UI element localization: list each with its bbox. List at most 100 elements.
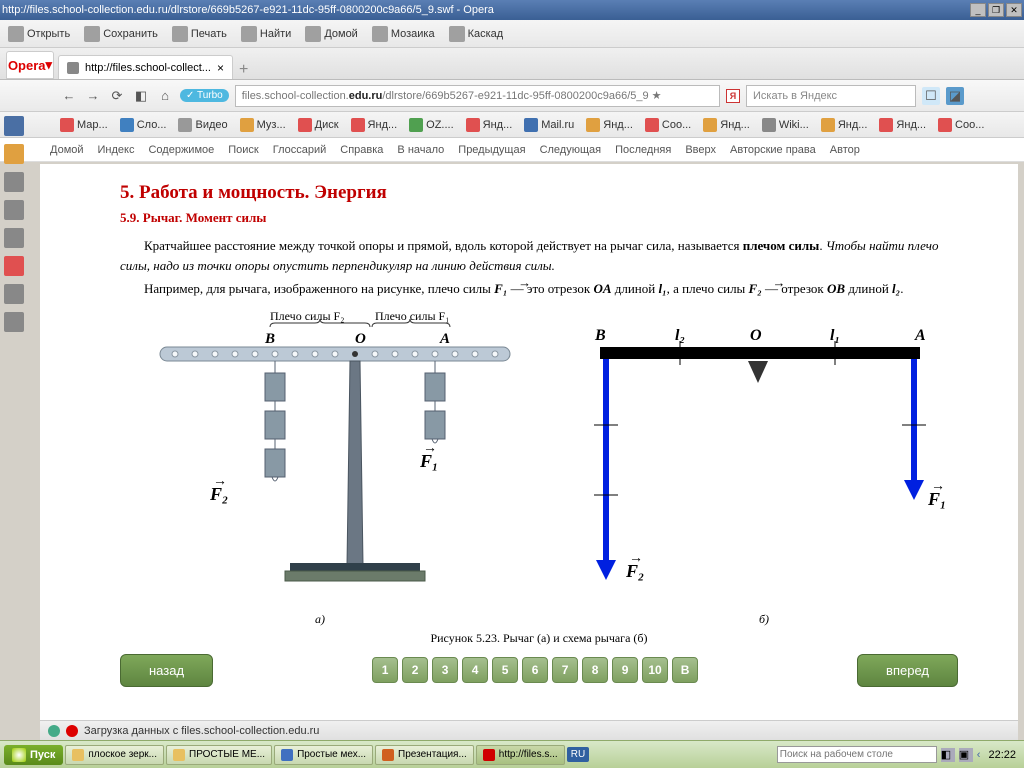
svg-text:B: B	[594, 327, 606, 344]
tray-icon-1[interactable]: ◧	[941, 748, 955, 762]
find-button[interactable]: Найти	[241, 26, 291, 42]
doc-nav-link[interactable]: Вверх	[685, 144, 716, 156]
close-tab-icon[interactable]: ×	[217, 61, 224, 75]
page-num-button[interactable]: 5	[492, 657, 518, 683]
extra-nav-icon-2[interactable]: ◪	[946, 87, 964, 105]
bookmark-item[interactable]: Янд...	[466, 118, 513, 132]
side-icon-5[interactable]	[4, 228, 24, 248]
stop-button[interactable]: ◧	[132, 87, 150, 105]
side-icon-4[interactable]	[4, 200, 24, 220]
bookmark-icon	[60, 118, 74, 132]
back-button[interactable]: ←	[60, 87, 78, 105]
bookmark-icon	[298, 118, 312, 132]
page-num-button[interactable]: 1	[372, 657, 398, 683]
taskbar-item[interactable]: Презентация...	[375, 745, 474, 765]
page-num-button[interactable]: 10	[642, 657, 668, 683]
svg-text:B: B	[264, 331, 275, 347]
bookmark-item[interactable]: OZ....	[409, 118, 454, 132]
page-num-button[interactable]: B	[672, 657, 698, 683]
bookmark-icon	[120, 118, 134, 132]
side-icon-1[interactable]	[4, 116, 24, 136]
page-num-button[interactable]: 3	[432, 657, 458, 683]
doc-nav-link[interactable]: Следующая	[540, 144, 602, 156]
close-button[interactable]: ✕	[1006, 3, 1022, 17]
browser-toolbar: Открыть Сохранить Печать Найти Домой Моз…	[0, 20, 1024, 48]
search-box[interactable]: Искать в Яндекс	[746, 85, 916, 107]
forward-button[interactable]: →	[84, 87, 102, 105]
start-button[interactable]: Пуск	[4, 745, 63, 765]
page-tab[interactable]: http://files.school-collect... ×	[58, 55, 233, 79]
taskbar-item[interactable]: http://files.s...	[476, 745, 565, 765]
taskbar-item[interactable]: плоское зерк...	[65, 745, 164, 765]
bookmark-item[interactable]: Янд...	[586, 118, 633, 132]
doc-nav-link[interactable]: Содержимое	[148, 144, 214, 156]
bookmark-item[interactable]: Муз...	[240, 118, 286, 132]
taskbar-item[interactable]: ПРОСТЫЕ МЕ...	[166, 745, 272, 765]
cascade-button[interactable]: Каскад	[449, 26, 504, 42]
doc-nav-link[interactable]: Последняя	[615, 144, 671, 156]
lang-indicator[interactable]: RU	[567, 747, 589, 762]
doc-nav-link[interactable]: Поиск	[228, 144, 258, 156]
home-button[interactable]: Домой	[305, 26, 358, 42]
page-num-button[interactable]: 4	[462, 657, 488, 683]
svg-text:→: →	[423, 441, 437, 456]
page-num-button[interactable]: 6	[522, 657, 548, 683]
doc-nav-link[interactable]: Домой	[50, 144, 84, 156]
back-page-button[interactable]: назад	[120, 654, 213, 687]
tray-expand-icon[interactable]: ‹	[977, 749, 981, 761]
page-num-button[interactable]: 2	[402, 657, 428, 683]
side-icon-7[interactable]	[4, 284, 24, 304]
side-icon-2[interactable]	[4, 144, 24, 164]
taskbar-item[interactable]: Простые мех...	[274, 745, 373, 765]
bookmark-item[interactable]: Диск	[298, 118, 339, 132]
bookmark-item[interactable]: Соо...	[645, 118, 691, 132]
bookmark-icon	[645, 118, 659, 132]
bookmark-item[interactable]: Видео	[178, 118, 227, 132]
globe-icon	[48, 725, 60, 737]
figure-caption: Рисунок 5.23. Рычаг (а) и схема рычага (…	[120, 631, 958, 646]
desktop-search[interactable]	[777, 746, 937, 763]
app-icon	[281, 749, 293, 761]
opera-menu-button[interactable]: Opera ▾	[6, 51, 54, 79]
doc-nav-link[interactable]: Автор	[830, 144, 860, 156]
reload-button[interactable]: ⟳	[108, 87, 126, 105]
extra-nav-icon-1[interactable]: ☐	[922, 87, 940, 105]
forward-page-button[interactable]: вперед	[857, 654, 958, 687]
cascade-icon	[449, 26, 465, 42]
doc-nav-link[interactable]: Индекс	[98, 144, 135, 156]
address-bar[interactable]: files.school-collection.edu.ru/dlrstore/…	[235, 85, 720, 107]
bookmark-icon	[586, 118, 600, 132]
doc-nav-link[interactable]: Глоссарий	[273, 144, 327, 156]
bookmark-item[interactable]: Янд...	[703, 118, 750, 132]
doc-nav-link[interactable]: Справка	[340, 144, 383, 156]
turbo-badge[interactable]: ✓ Turbo	[180, 89, 229, 102]
doc-nav-link[interactable]: В начало	[397, 144, 444, 156]
bookmark-item[interactable]: Сло...	[120, 118, 167, 132]
bookmark-icon	[409, 118, 423, 132]
page-num-button[interactable]: 9	[612, 657, 638, 683]
side-panel	[0, 110, 30, 338]
home-nav-button[interactable]: ⌂	[156, 87, 174, 105]
open-button[interactable]: Открыть	[8, 26, 70, 42]
minimize-button[interactable]: _	[970, 3, 986, 17]
mosaic-button[interactable]: Мозаика	[372, 26, 435, 42]
side-icon-6[interactable]	[4, 256, 24, 276]
bookmark-item[interactable]: Mail.ru	[524, 118, 574, 132]
restore-button[interactable]: ❐	[988, 3, 1004, 17]
page-num-button[interactable]: 7	[552, 657, 578, 683]
doc-nav-link[interactable]: Авторские права	[730, 144, 816, 156]
save-button[interactable]: Сохранить	[84, 26, 158, 42]
side-icon-3[interactable]	[4, 172, 24, 192]
tray-icon-2[interactable]: ▣	[959, 748, 973, 762]
page-num-button[interactable]: 8	[582, 657, 608, 683]
bookmark-item[interactable]: Янд...	[351, 118, 398, 132]
side-icon-8[interactable]	[4, 312, 24, 332]
bookmark-item[interactable]: Wiki...	[762, 118, 809, 132]
new-tab-button[interactable]: +	[239, 61, 248, 79]
bookmark-item[interactable]: Янд...	[879, 118, 926, 132]
bookmark-item[interactable]: Янд...	[821, 118, 868, 132]
doc-nav-link[interactable]: Предыдущая	[458, 144, 525, 156]
bookmark-item[interactable]: Соо...	[938, 118, 984, 132]
bookmark-item[interactable]: Мар...	[60, 118, 108, 132]
print-button[interactable]: Печать	[172, 26, 227, 42]
